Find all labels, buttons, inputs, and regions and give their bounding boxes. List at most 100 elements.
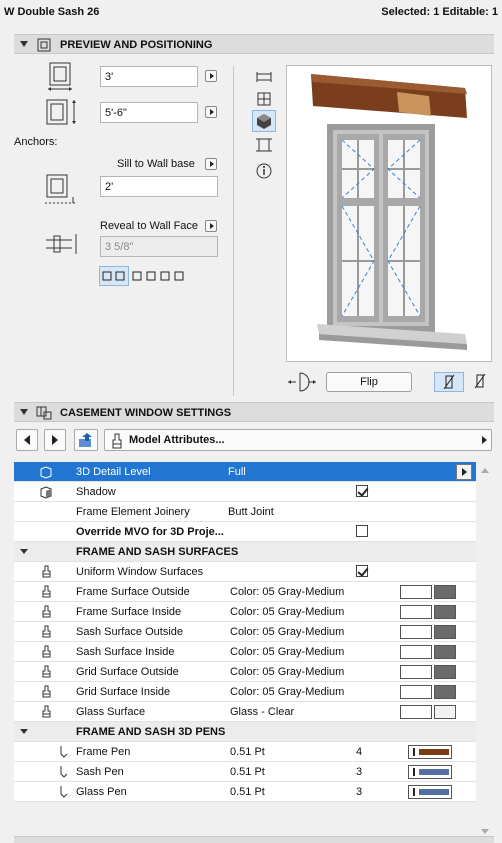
row-label: Sash Pen	[76, 766, 124, 778]
pen-number: 3	[356, 786, 363, 798]
sill-height-icon	[45, 174, 77, 204]
window-title: W Double Sash 26	[4, 6, 100, 18]
surface-swatch[interactable]	[400, 585, 456, 599]
3d-view-button[interactable]	[252, 110, 276, 132]
scroll-down-icon[interactable]	[480, 828, 490, 836]
next-section-header[interactable]	[14, 836, 494, 843]
brush-icon	[42, 605, 51, 618]
chevron-right-icon	[482, 436, 487, 444]
casement-section-header[interactable]: CASEMENT WINDOW SETTINGS	[14, 402, 494, 422]
table-row-frame-pen[interactable]: Frame Pen 0.51 Pt 4	[14, 742, 476, 762]
3d-preview[interactable]	[286, 65, 492, 362]
table-row-sash-inside[interactable]: Sash Surface Inside Color: 05 Gray-Mediu…	[14, 642, 476, 662]
width-field[interactable]: 3'	[100, 66, 198, 87]
floor-plan-view-button[interactable]	[252, 66, 276, 88]
reveal-icon	[46, 234, 77, 254]
table-row-override-mvo[interactable]: Override MVO for 3D Proje...	[14, 522, 476, 542]
detail-level-dropdown-button[interactable]	[456, 464, 472, 480]
surface-swatch[interactable]	[400, 665, 456, 679]
pen-swatch[interactable]	[408, 765, 452, 779]
opening-side-left-button[interactable]	[434, 372, 464, 392]
table-row-grid-inside[interactable]: Grid Surface Inside Color: 05 Gray-Mediu…	[14, 682, 476, 702]
table-row-shadow[interactable]: Shadow	[14, 482, 476, 502]
selection-status: Selected: 1 Editable: 1	[381, 6, 498, 18]
up-level-button[interactable]	[74, 429, 98, 451]
reveal-options-button[interactable]	[205, 220, 217, 232]
shadow-cube-icon	[40, 486, 52, 499]
width-options-button[interactable]	[205, 70, 217, 82]
scroll-up-icon[interactable]	[480, 466, 490, 474]
table-row-sash-outside[interactable]: Sash Surface Outside Color: 05 Gray-Medi…	[14, 622, 476, 642]
table-row-joinery[interactable]: Frame Element Joinery Butt Joint	[14, 502, 476, 522]
surface-swatch[interactable]	[400, 705, 456, 719]
row-label: Glass Pen	[76, 786, 127, 798]
surface-swatch[interactable]	[400, 605, 456, 619]
cube-icon	[257, 114, 271, 129]
pen-swatch[interactable]	[408, 745, 452, 759]
surface-swatch[interactable]	[400, 625, 456, 639]
info-button[interactable]	[252, 160, 276, 182]
shadow-checkbox[interactable]	[356, 485, 368, 497]
flip-button[interactable]: Flip	[326, 372, 412, 392]
pen-icon	[60, 766, 68, 778]
height-field[interactable]: 5'-6"	[100, 102, 198, 123]
table-row-glass-surface[interactable]: Glass Surface Glass - Clear	[14, 702, 476, 722]
row-value: Color: 05 Gray-Medium	[230, 626, 345, 638]
elevation-icon	[256, 138, 272, 152]
row-label: 3D Detail Level	[76, 466, 151, 478]
anchor-option-3-icon[interactable]	[146, 270, 158, 282]
override-mvo-checkbox[interactable]	[356, 525, 368, 537]
arrow-right-icon	[52, 435, 58, 445]
height-options-button[interactable]	[205, 106, 217, 118]
row-label: Shadow	[76, 486, 116, 498]
grid-view-button[interactable]	[252, 88, 276, 110]
anchor-option-4-icon[interactable]	[160, 270, 172, 282]
elevation-view-button[interactable]	[252, 134, 276, 156]
anchor-option-2-icon[interactable]	[132, 270, 144, 282]
anchors-label: Anchors:	[14, 136, 58, 148]
reveal-field[interactable]: 3 5/8"	[100, 236, 218, 257]
table-row-grid-outside[interactable]: Grid Surface Outside Color: 05 Gray-Medi…	[14, 662, 476, 682]
surface-swatch[interactable]	[400, 685, 456, 699]
height-icon	[46, 99, 76, 125]
collapse-arrow-icon	[20, 409, 28, 415]
table-scrollbar[interactable]	[478, 462, 492, 843]
opening-side-right-button[interactable]	[468, 372, 494, 392]
table-row-detail-level[interactable]: 3D Detail Level Full	[14, 462, 476, 482]
door-right-icon	[474, 373, 486, 389]
row-label: Grid Surface Outside	[76, 666, 179, 678]
arrow-left-icon	[24, 435, 30, 445]
brush-icon	[42, 625, 51, 638]
table-row-frame-inside[interactable]: Frame Surface Inside Color: 05 Gray-Medi…	[14, 602, 476, 622]
brush-icon	[42, 565, 51, 578]
model-attributes-selector[interactable]: Model Attributes...	[104, 429, 492, 451]
surfaces-group-header[interactable]: FRAME AND SASH SURFACES	[14, 542, 476, 562]
sill-anchor-button[interactable]	[205, 158, 217, 170]
table-row-uniform-surfaces[interactable]: Uniform Window Surfaces	[14, 562, 476, 582]
brush-icon	[112, 433, 122, 449]
uniform-surfaces-checkbox[interactable]	[356, 565, 368, 577]
sill-height-field[interactable]: 2'	[100, 176, 218, 197]
pen-icon	[60, 786, 68, 798]
table-row-glass-pen[interactable]: Glass Pen 0.51 Pt 3	[14, 782, 476, 802]
row-value: Color: 05 Gray-Medium	[230, 646, 345, 658]
table-row-sash-pen[interactable]: Sash Pen 0.51 Pt 3	[14, 762, 476, 782]
preview-section-header[interactable]: PREVIEW AND POSITIONING	[14, 34, 494, 54]
brush-icon	[42, 585, 51, 598]
settings-panel-icon	[36, 406, 52, 420]
mirror-icon[interactable]	[284, 371, 320, 393]
surface-swatch[interactable]	[400, 645, 456, 659]
anchor-option-5-icon[interactable]	[174, 270, 186, 282]
collapse-arrow-icon	[20, 41, 28, 47]
next-page-button[interactable]	[44, 429, 66, 451]
group-title: FRAME AND SASH SURFACES	[76, 546, 239, 558]
previous-page-button[interactable]	[16, 429, 38, 451]
row-label: Override MVO for 3D Proje...	[76, 526, 224, 538]
row-label: Glass Surface	[76, 706, 146, 718]
pen-swatch[interactable]	[408, 785, 452, 799]
table-row-frame-outside[interactable]: Frame Surface Outside Color: 05 Gray-Med…	[14, 582, 476, 602]
brush-icon	[42, 665, 51, 678]
divider	[233, 66, 234, 396]
section-title: CASEMENT WINDOW SETTINGS	[60, 407, 232, 419]
pens-group-header[interactable]: FRAME AND SASH 3D PENS	[14, 722, 476, 742]
